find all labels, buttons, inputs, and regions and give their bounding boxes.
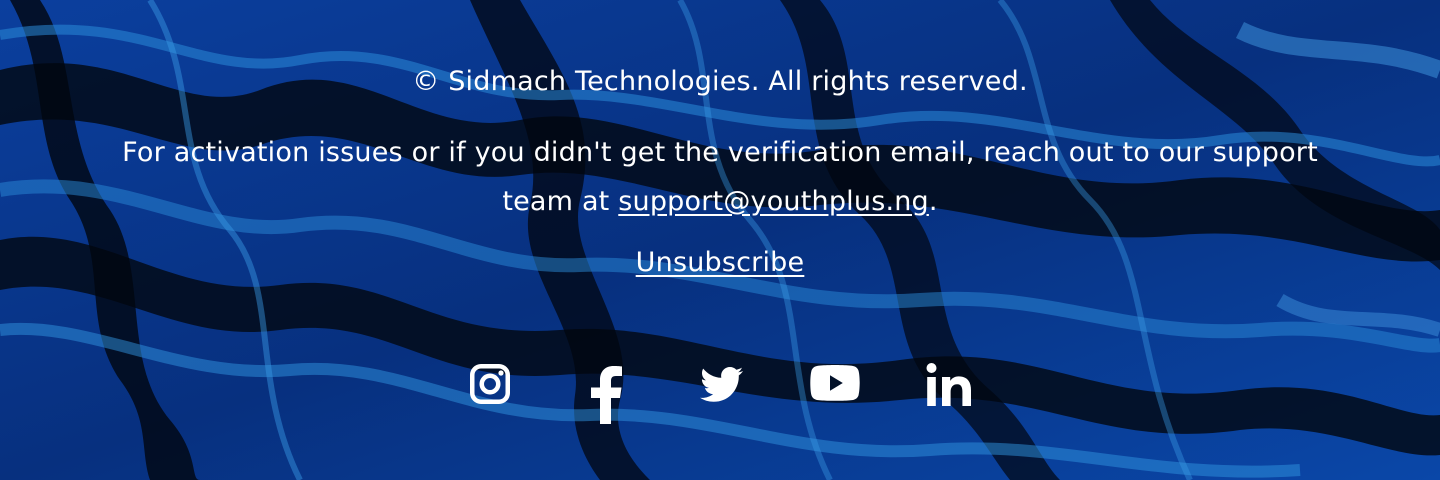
copyright-text: © Sidmach Technologies. All rights reser…: [412, 66, 1028, 97]
facebook-icon: [591, 366, 622, 424]
instagram-icon: [470, 364, 510, 404]
linkedin-link[interactable]: [926, 362, 972, 406]
support-email-link[interactable]: support@youthplus.ng: [618, 186, 929, 217]
linkedin-icon: [926, 363, 971, 406]
unsubscribe-link[interactable]: Unsubscribe: [0, 245, 1440, 281]
youtube-link[interactable]: [810, 364, 860, 402]
email-footer: © Sidmach Technologies. All rights reser…: [0, 0, 1440, 480]
social-links: [0, 360, 1440, 430]
instagram-link[interactable]: [468, 362, 512, 406]
support-text-after: .: [928, 186, 938, 217]
twitter-icon: [700, 367, 743, 402]
footer-content: © Sidmach Technologies. All rights reser…: [0, 0, 1440, 480]
twitter-link[interactable]: [700, 366, 744, 404]
youtube-icon: [810, 365, 860, 401]
facebook-link[interactable]: [588, 364, 624, 424]
support-message: For activation issues or if you didn't g…: [100, 128, 1340, 226]
